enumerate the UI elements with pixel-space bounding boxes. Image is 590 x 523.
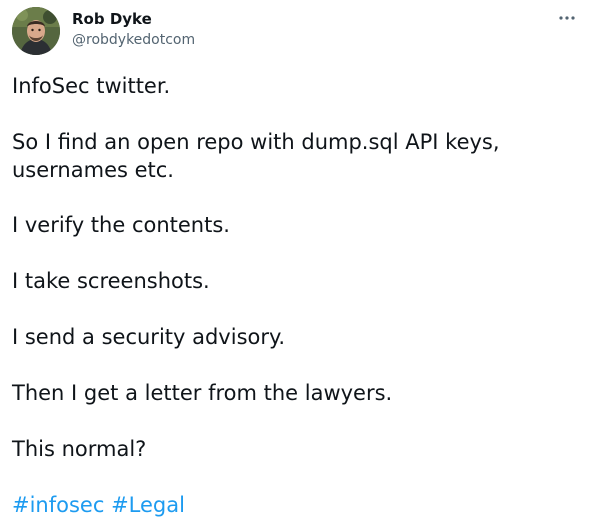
tweet-text-line: usernames etc.: [12, 158, 174, 182]
tweet-text-line: I send a security advisory.: [12, 325, 286, 349]
tweet-text-line: InfoSec twitter.: [12, 74, 171, 98]
profile-photo-icon: [12, 7, 60, 55]
more-options-icon: [559, 16, 575, 20]
more-options-button[interactable]: [551, 6, 583, 30]
avatar[interactable]: [12, 7, 60, 55]
tweet-text-line: I take screenshots.: [12, 269, 210, 293]
tweet-text-line: Then I get a letter from the lawyers.: [12, 381, 393, 405]
author-handle[interactable]: @robdykedotcom: [72, 31, 195, 49]
hashtag-legal[interactable]: #Legal: [111, 493, 185, 517]
tweet-text-line: I verify the contents.: [12, 213, 230, 237]
tweet-card: Rob Dyke @robdykedotcom InfoSec twitter.…: [0, 0, 590, 523]
hashtag-row: #infosec #Legal: [12, 491, 185, 519]
hashtag-infosec[interactable]: #infosec: [12, 493, 104, 517]
author-display-name[interactable]: Rob Dyke: [72, 10, 152, 29]
tweet-text-line: This normal?: [12, 437, 147, 461]
tweet-text-line: So I find an open repo with dump.sql API…: [12, 130, 500, 154]
